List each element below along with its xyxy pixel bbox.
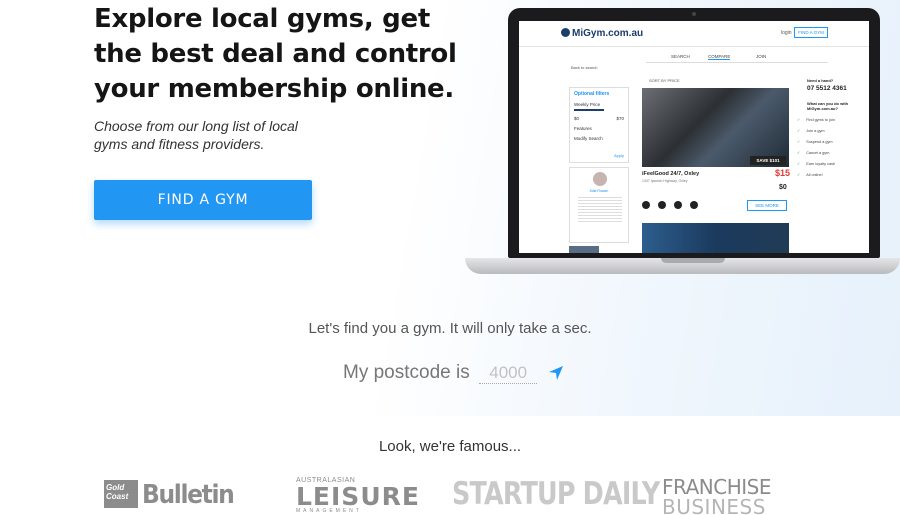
sidebar-bullet: ✓ Join a gym [797, 128, 869, 133]
find-a-gym-button[interactable]: FIND A GYM [94, 180, 312, 220]
weights-icon [642, 201, 650, 209]
screen-tab-search: SEARCH [671, 54, 690, 59]
check-icon: ✓ [797, 162, 801, 166]
screen-tab-compare: COMPARE [708, 54, 731, 60]
check-icon: ✓ [797, 151, 801, 155]
cardio-icon [658, 201, 666, 209]
clock-icon [690, 201, 698, 209]
sidebar-phone: 07 5512 4361 [807, 85, 847, 92]
screen-header: MiGym.com.au login FIND A GYM [519, 21, 869, 47]
screen-profile-card: Matt Rowan [569, 167, 629, 243]
australasian-leisure-management-logo: AUSTRALASIAN LEISURE MANAGEMENT [296, 477, 422, 514]
bullet-text: Cancel a gym [806, 151, 830, 155]
bullet-text: All online! [806, 173, 823, 177]
gym-feature-icons [642, 196, 722, 209]
gym-photo-2 [642, 223, 789, 253]
gcb-box: Gold Coast [104, 480, 138, 508]
filter-apply: Apply [613, 153, 624, 158]
gym-price-main: $15 [775, 168, 791, 178]
price-slider [574, 109, 604, 111]
leisure-big: LEISURE [296, 482, 420, 511]
screen-logo-text: MiGym.com.au [572, 28, 644, 39]
filter-max: $70 [616, 116, 624, 121]
startup-daily-logo: STARTUP DAILY [452, 476, 660, 512]
filter-weekly-price: Weekly Price [574, 102, 601, 107]
check-icon: ✓ [797, 118, 801, 122]
camera-dot [692, 12, 696, 16]
screen-tabs: SEARCH COMPARE JOIN [646, 53, 828, 63]
filter-modify-search: Modify Search [574, 136, 603, 141]
see-more-button: SEE MORE [747, 200, 787, 211]
sidebar-what: What can you do with MiGym.com.au? [807, 101, 849, 111]
location-arrow-icon[interactable] [548, 365, 564, 381]
screen-thumbnail [569, 246, 599, 253]
screen-logo: MiGym.com.au [561, 28, 643, 39]
postcode-label: My postcode is [343, 362, 470, 383]
laptop-mockup: MiGym.com.au login FIND A GYM SEARCH COM… [508, 8, 880, 258]
sidebar-bullet: ✓ Find gyms to join [797, 117, 869, 122]
gym-price-second: $0 [779, 184, 787, 191]
logo-mark-icon [561, 28, 570, 37]
bullet-text: Suspend a gym [806, 140, 833, 144]
gym-name: iFeelGood 24/7, Oxley [642, 171, 700, 177]
screen-sort: SORT BY PRICE [649, 78, 680, 83]
hero-title: Explore local gyms, get the best deal an… [94, 4, 457, 104]
sidebar-need-help: Need a hand? [807, 78, 834, 83]
profile-text-lines [578, 195, 622, 223]
postcode-row: My postcode is [343, 362, 564, 388]
screen-login-link: login [781, 30, 792, 36]
screen-sidebar: Need a hand? 07 5512 4361 What can you d… [797, 78, 869, 253]
bullet-text: Find gyms to join [806, 118, 835, 122]
bullet-text: Join a gym [806, 129, 825, 133]
hero-subtitle: Choose from our long list of local gyms … [94, 118, 298, 152]
press-logos: Gold Coast Bulletin AUSTRALASIAN LEISURE… [0, 472, 900, 515]
heart-icon [674, 201, 682, 209]
save-badge: SAVE $101 [750, 156, 786, 165]
profile-name: Matt Rowan [589, 189, 609, 193]
screen-filter-panel: Optional filters Weekly Price $0 $70 Feat… [569, 87, 629, 163]
franchise-business-logo: FRANCHISE BUSINESS [662, 477, 782, 515]
bullet-text: Earn loyalty cash [806, 162, 836, 166]
screen-back-link: Back to search [571, 65, 598, 70]
avatar [593, 172, 607, 186]
sidebar-bullet: ✓ Earn loyalty cash [797, 161, 869, 166]
filter-price-range: $0 $70 [574, 116, 624, 121]
franchise-bottom: BUSINESS [662, 495, 766, 515]
hero-section: Explore local gyms, get the best deal an… [0, 0, 900, 416]
gold-coast-bulletin-logo: Gold Coast Bulletin [104, 480, 244, 512]
check-icon: ✓ [797, 140, 801, 144]
laptop-notch [661, 258, 725, 263]
laptop-screen: MiGym.com.au login FIND A GYM SEARCH COM… [519, 21, 869, 253]
franchise-top: FRANCHISE [662, 475, 771, 499]
sidebar-bullet: ✓ Cancel a gym [797, 150, 869, 155]
gcb-word: Bulletin [142, 480, 235, 510]
filter-title: Optional filters [574, 91, 610, 97]
filter-features: Features [574, 126, 592, 131]
check-icon: ✓ [797, 173, 801, 177]
screen-tab-join: JOIN [756, 54, 767, 59]
filter-min: $0 [574, 116, 580, 121]
gym-address: 1347 Ipswich Highway, Oxley [642, 179, 688, 183]
screen-find-button: FIND A GYM [794, 27, 828, 38]
check-icon: ✓ [797, 129, 801, 133]
sidebar-bullet: ✓ Suspend a gym [797, 139, 869, 144]
search-tagline: Let's find you a gym. It will only take … [308, 320, 592, 337]
press-heading: Look, we're famous... [378, 438, 522, 455]
postcode-input[interactable] [479, 362, 538, 384]
sidebar-bullet: ✓ All online! [797, 172, 869, 177]
